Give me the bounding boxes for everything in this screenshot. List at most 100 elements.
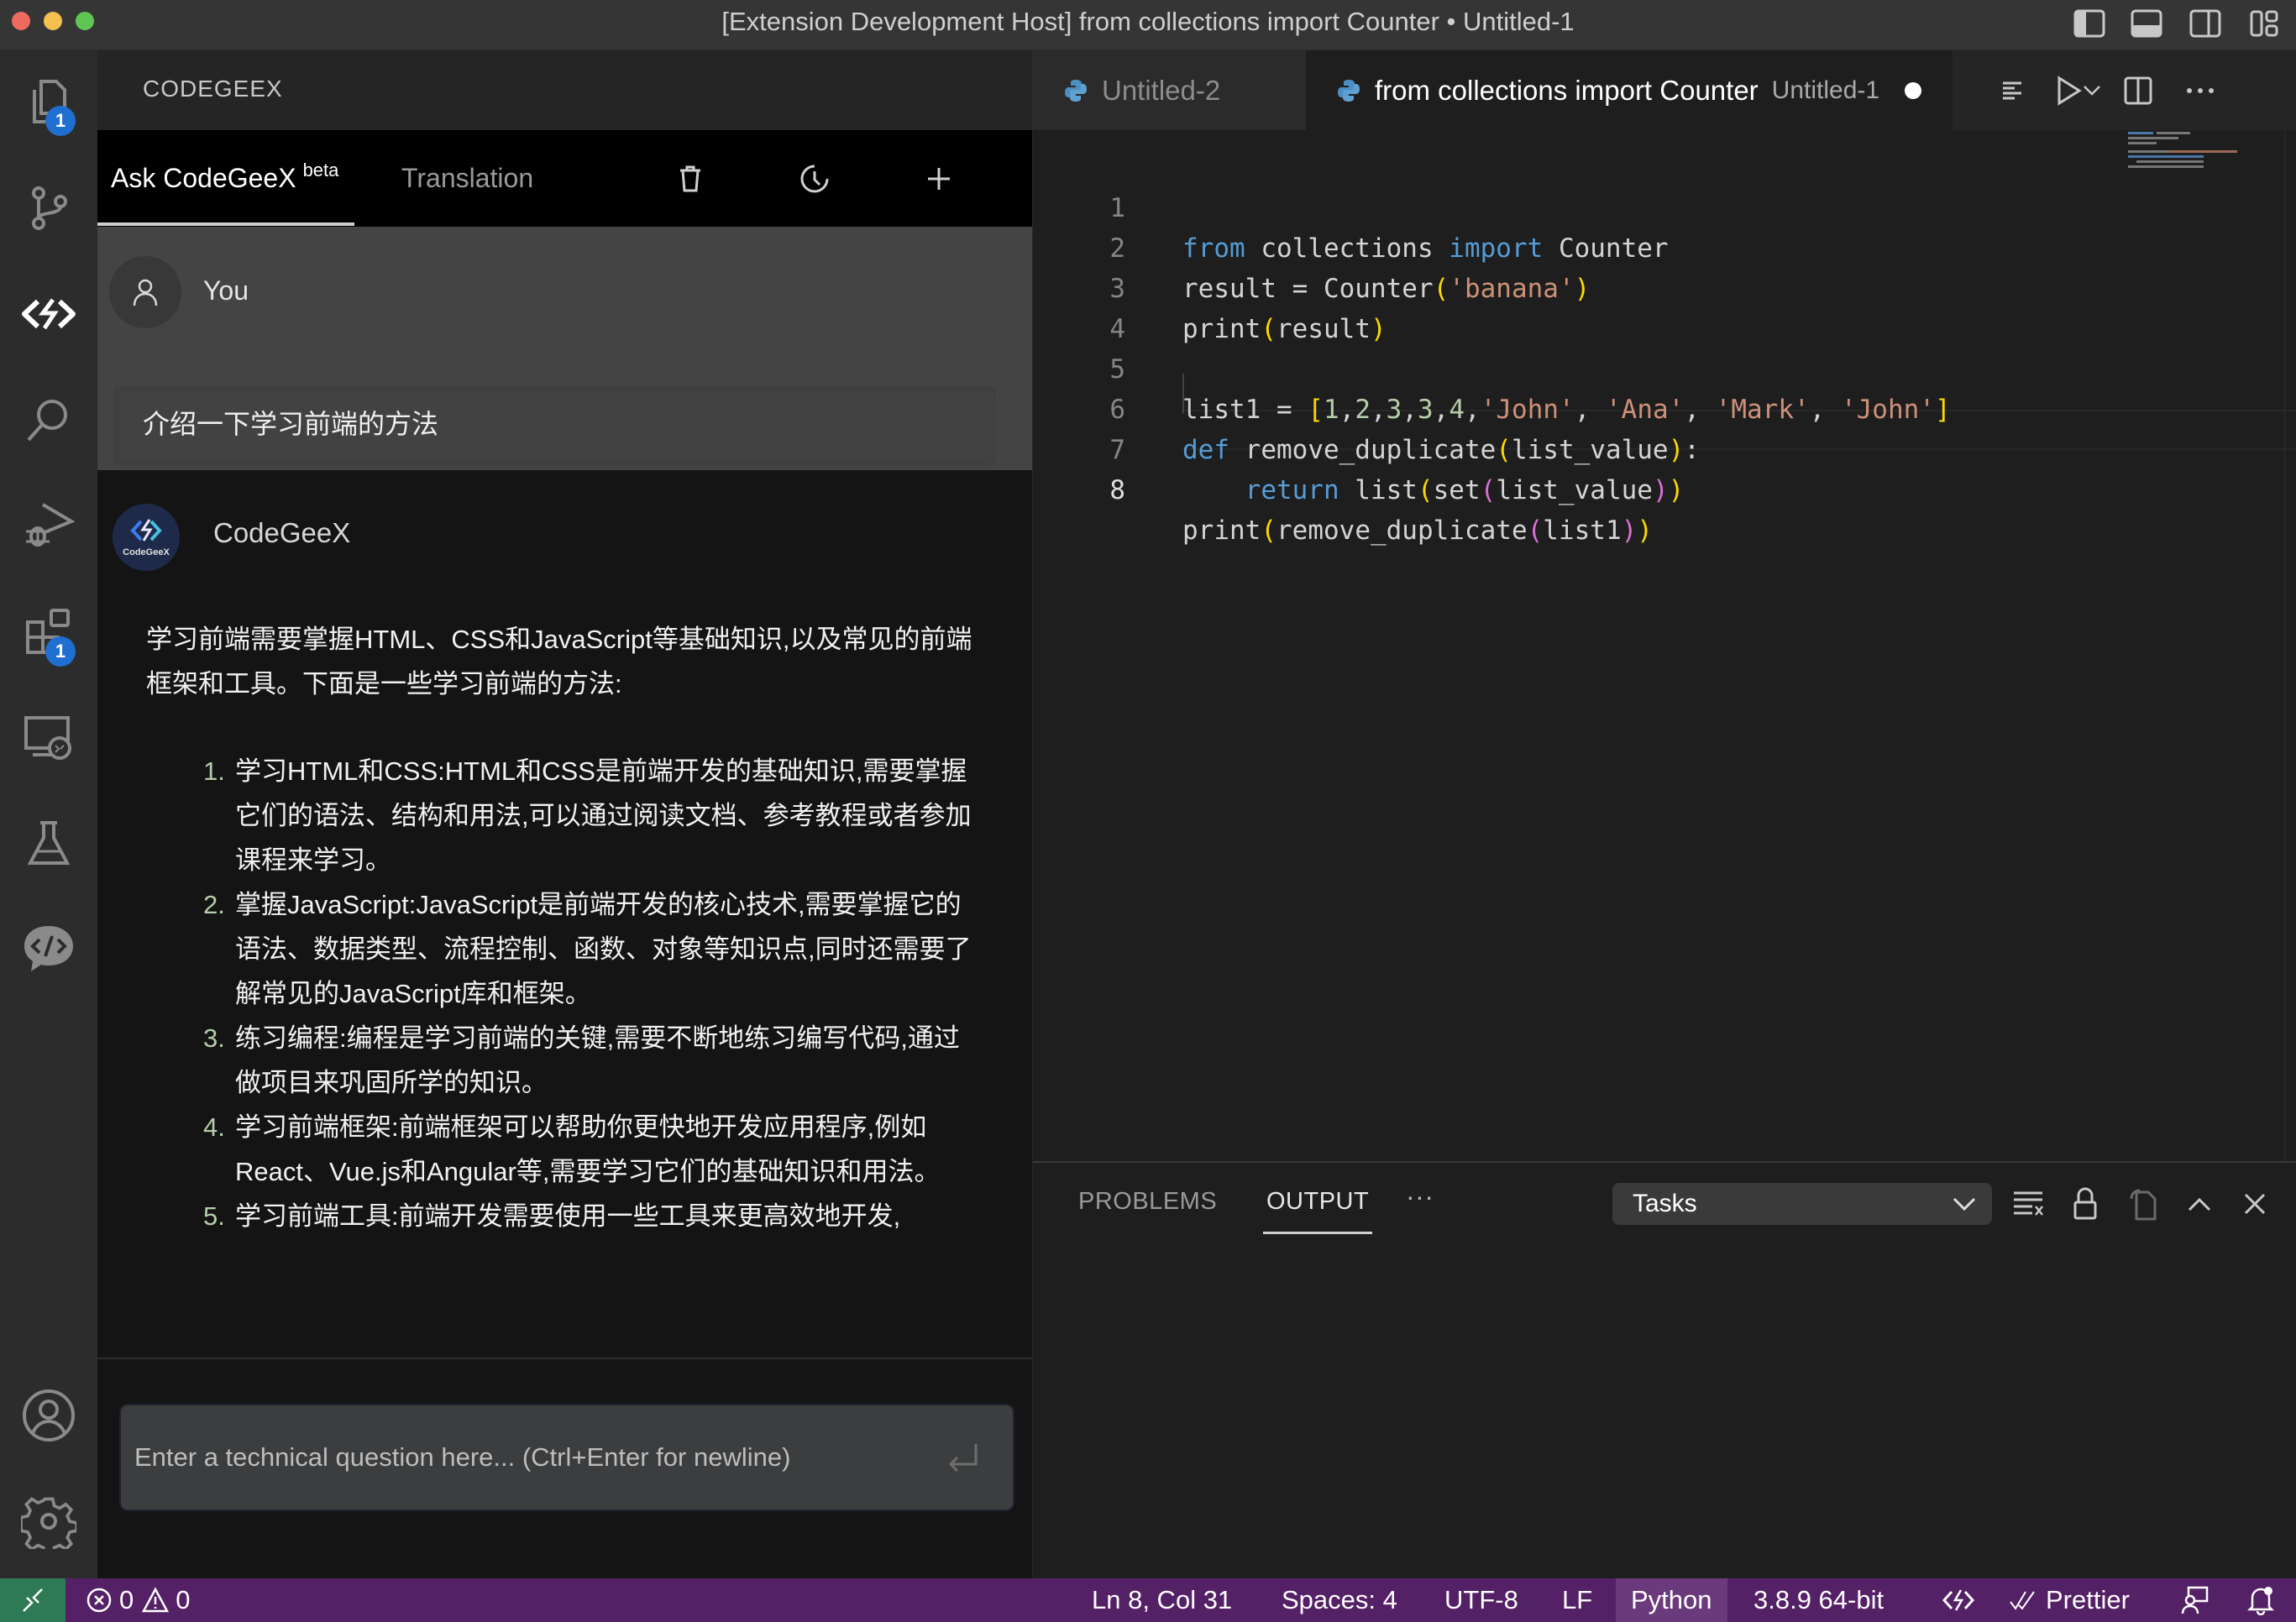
code-line[interactable]: 6 def remove_duplicate(list_value): xyxy=(1033,349,2167,465)
list-item-number: 4. xyxy=(203,1112,225,1142)
code-line[interactable]: 1 from collections import Counter xyxy=(1033,148,2167,264)
notifications-button[interactable] xyxy=(2247,1578,2274,1622)
code-token: ) xyxy=(1621,515,1638,546)
problems-status[interactable]: 0 0 xyxy=(86,1578,191,1622)
remote-indicator-button[interactable] xyxy=(0,1578,66,1622)
activity-source-control[interactable] xyxy=(15,175,82,242)
bell-icon xyxy=(2247,1587,2274,1615)
customize-layout-icon[interactable] xyxy=(2247,7,2281,40)
maximize-panel-button[interactable] xyxy=(2178,1183,2220,1225)
codegeex-status-button[interactable] xyxy=(1942,1578,1975,1622)
output-channel-select[interactable]: Tasks xyxy=(1612,1183,1992,1225)
bot-method-list: 1. 学习HTML和CSS:HTML和CSS是前端开发的基础知识,需要掌握它们的语… xyxy=(203,749,984,1238)
activity-codegeex[interactable] xyxy=(15,280,82,348)
code-line[interactable]: 7 return list(set(list_value)) xyxy=(1033,390,2167,505)
clear-output-button[interactable] xyxy=(2007,1183,2049,1225)
sidebar-title: CODEGEEX xyxy=(143,76,283,102)
error-icon xyxy=(86,1588,112,1613)
code-token: print xyxy=(1182,515,1261,546)
code-editor[interactable]: 1 from collections import Counter 2 resu… xyxy=(1033,130,2296,1161)
code-token: ) xyxy=(1637,515,1653,546)
activity-explorer[interactable]: 1 xyxy=(15,69,82,136)
extensions-badge: 1 xyxy=(45,636,76,667)
toggle-primary-sidebar-icon[interactable] xyxy=(2073,7,2106,40)
activity-testing[interactable] xyxy=(15,809,82,876)
remote-icon xyxy=(23,1588,43,1612)
tab-output[interactable]: OUTPUT xyxy=(1266,1188,1369,1216)
code-line[interactable]: 4 xyxy=(1033,269,2167,344)
lock-scroll-button[interactable] xyxy=(2064,1183,2106,1225)
code-token: ) xyxy=(1668,475,1685,505)
toggle-panel-icon[interactable] xyxy=(2130,7,2163,40)
run-dropdown-button[interactable] xyxy=(2079,71,2105,111)
encoding[interactable]: UTF-8 xyxy=(1444,1578,1518,1622)
cursor-position[interactable]: Ln 8, Col 31 xyxy=(1092,1578,1232,1622)
window-title: [Extension Development Host] from collec… xyxy=(721,7,1575,36)
feedback-button[interactable] xyxy=(2180,1578,2210,1622)
editor-scrollbar[interactable] xyxy=(2284,130,2296,1161)
more-actions-icon xyxy=(2187,88,2214,93)
unsaved-indicator[interactable] xyxy=(1905,81,1922,99)
prettier-status[interactable]: Prettier xyxy=(2009,1578,2130,1622)
new-conversation-button[interactable] xyxy=(915,155,962,202)
codegeex-avatar: CodeGeeX xyxy=(113,504,180,571)
tab-problems[interactable]: PROBLEMS xyxy=(1078,1188,1217,1216)
tab-label: Untitled-2 xyxy=(1102,74,1221,106)
search-icon xyxy=(27,400,67,442)
list-item-text: 学习前端框架:前端框架可以帮助你更快地开发应用程序,例如React、Vue.js… xyxy=(235,1112,941,1186)
code-line[interactable]: 5 list1 = [1,2,3,3,4,'John', 'Ana', 'Mar… xyxy=(1033,309,2167,425)
bottom-panel: PROBLEMS OUTPUT ··· Tasks xyxy=(1033,1161,2296,1578)
activity-extensions[interactable]: 1 xyxy=(15,598,82,667)
language-mode[interactable]: Python xyxy=(1616,1578,1727,1622)
remote-explorer-icon xyxy=(24,716,71,760)
delete-conversation-button[interactable] xyxy=(667,155,714,202)
warning-count: 0 xyxy=(176,1585,191,1614)
more-actions-button[interactable] xyxy=(2180,71,2220,111)
gear-icon xyxy=(21,1497,76,1549)
plus-icon xyxy=(928,168,950,190)
activity-run-debug[interactable] xyxy=(15,492,82,559)
editor-tab-untitled-2[interactable]: Untitled-2 xyxy=(1033,50,1306,130)
list-item-text: 学习HTML和CSS:HTML和CSS是前端开发的基础知识,需要掌握它们的语法、… xyxy=(235,756,972,875)
warning-icon xyxy=(142,1587,170,1613)
history-button[interactable] xyxy=(791,155,838,202)
split-editor-button[interactable] xyxy=(2118,71,2158,111)
code-line[interactable]: 8 print(remove_duplicate(list1)) xyxy=(1033,430,2167,546)
prettier-label: Prettier xyxy=(2046,1585,2130,1614)
list-item-number: 1. xyxy=(203,756,225,786)
active-tab-indicator xyxy=(97,222,354,226)
close-panel-button[interactable] xyxy=(2234,1183,2276,1225)
open-output-editor-button[interactable] xyxy=(2121,1183,2163,1225)
history-icon xyxy=(800,165,829,193)
outline-button[interactable] xyxy=(1992,71,2032,111)
python-icon xyxy=(1338,79,1360,102)
list-item: 3. 练习编程:编程是学习前端的关键,需要不断地练习编写代码,通过做项目来巩固所学… xyxy=(203,1016,984,1105)
chat-input-container xyxy=(119,1404,1014,1511)
end-of-line[interactable]: LF xyxy=(1562,1578,1592,1622)
tab-translation[interactable]: Translation xyxy=(401,130,533,227)
activity-codegeex-chat[interactable] xyxy=(15,915,82,982)
activity-remote-explorer[interactable] xyxy=(15,704,82,771)
lock-icon xyxy=(2073,1187,2097,1220)
code-line[interactable]: 3 print(result) xyxy=(1033,228,2167,344)
send-enter-icon[interactable] xyxy=(942,1441,984,1474)
activity-manage[interactable] xyxy=(15,1488,82,1555)
account-icon xyxy=(23,1389,75,1441)
codegeex-logo-icon xyxy=(130,519,162,542)
code-token: ( xyxy=(1480,475,1497,505)
indentation[interactable]: Spaces: 4 xyxy=(1282,1578,1397,1622)
minimap[interactable] xyxy=(2128,130,2279,197)
code-token: ( xyxy=(1527,515,1544,546)
bot-intro-text: 学习前端需要掌握HTML、CSS和JavaScript等基础知识,以及常见的前端… xyxy=(146,625,972,699)
chat-question-input[interactable] xyxy=(134,1405,924,1510)
activity-search[interactable] xyxy=(15,386,82,453)
tab-ask-codegeex[interactable]: Ask CodeGeeX beta xyxy=(111,130,338,227)
panel-more-tabs-button[interactable]: ··· xyxy=(1406,1181,1434,1212)
python-interpreter[interactable]: 3.8.9 64-bit xyxy=(1753,1578,1884,1622)
editor-tab-untitled-1[interactable]: from collections import Counter Untitled… xyxy=(1306,50,1953,130)
activity-accounts[interactable] xyxy=(15,1382,82,1449)
user-message: You 介绍一下学习前端的方法 xyxy=(97,227,1032,470)
code-line[interactable]: 2 result = Counter('banana') xyxy=(1033,188,2167,304)
toggle-secondary-sidebar-icon[interactable] xyxy=(2189,7,2222,40)
